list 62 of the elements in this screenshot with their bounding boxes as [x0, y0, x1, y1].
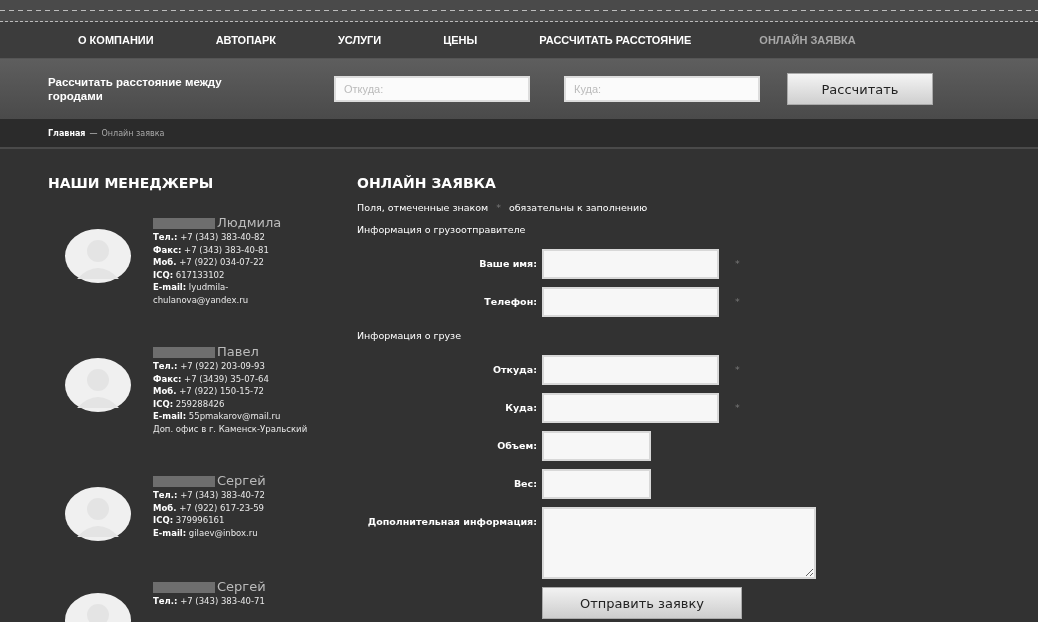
contact-line: Факс: +7 (343) 383-40-81: [153, 243, 270, 256]
contact-line: Тел.: +7 (343) 383-40-71: [153, 595, 266, 608]
section-heading: НАШИ МЕНЕДЖЕРЫ: [48, 174, 215, 193]
required-mark: *: [735, 363, 740, 377]
section-label: Информация о грузоотправителе: [357, 223, 527, 237]
field-label: Ваше имя:: [478, 257, 537, 271]
form-heading: ОНЛАЙН ЗАЯВКА: [357, 174, 497, 193]
input-field[interactable]: [542, 431, 651, 461]
nav-link[interactable]: РАССЧИТАТЬ РАССТОЯНИЕ: [539, 34, 692, 46]
contact-line: Моб. +7 (922) 150-15-72: [153, 385, 265, 398]
text-area[interactable]: [542, 507, 816, 579]
avatar: [65, 229, 131, 283]
avatar: [65, 358, 131, 412]
field-label: Куда:: [504, 401, 537, 415]
contact-line: E-mail: lyudmila-chulanova@yandex.ru: [153, 281, 250, 306]
contact-line: Тел.: +7 (922) 203-09-93: [153, 360, 266, 373]
input-field[interactable]: [542, 393, 719, 423]
input-field[interactable]: [542, 287, 719, 317]
field-label: Откуда:: [491, 363, 537, 377]
avatar: [65, 487, 131, 541]
nav-link[interactable]: УСЛУГИ: [338, 34, 382, 46]
contact-line: Моб. +7 (922) 617-23-59: [153, 501, 265, 514]
calculate-button[interactable]: Рассчитать: [787, 73, 933, 105]
submit-button[interactable]: Отправить заявку: [542, 587, 742, 619]
from-field[interactable]: Откуда:: [334, 76, 530, 102]
contact-line: E-mail: 55pmakarov@mail.ru: [153, 410, 282, 423]
required-mark: *: [735, 295, 740, 309]
manager-name: Сергей: [217, 473, 266, 489]
contact-line: ICQ: 259288426: [153, 397, 226, 410]
input-field[interactable]: [542, 469, 651, 499]
breadcrumb-separator: —: [89, 128, 98, 138]
contact-line: Тел.: +7 (343) 383-40-82: [153, 231, 266, 244]
nav-link[interactable]: ЦЕНЫ: [443, 34, 478, 46]
input-field[interactable]: [542, 355, 719, 385]
breadcrumb-link[interactable]: Главная: [48, 128, 86, 138]
section-label: Информация о грузе: [357, 329, 463, 343]
required-note: Поля, отмеченные знаком: [357, 202, 489, 213]
contact-line: E-mail: gilaev@inbox.ru: [153, 526, 259, 539]
manager-name: Сергей: [217, 579, 266, 595]
breadcrumb-current: Онлайн заявка: [101, 128, 165, 138]
required-mark: *: [735, 257, 740, 271]
contact-line: Тел.: +7 (343) 383-40-72: [153, 489, 266, 502]
field-label: Дополнительная информация:: [366, 515, 537, 529]
field-label: Телефон:: [483, 295, 537, 309]
contact-line: Моб. +7 (922) 034-07-22: [153, 256, 265, 269]
field-label: Объем:: [496, 439, 537, 453]
contact-line: ICQ: 617133102: [153, 268, 226, 281]
nav-link[interactable]: О КОМПАНИИ: [78, 34, 154, 46]
manager-name: Людмила: [217, 215, 282, 231]
contact-line: Факс: +7 (3439) 35-07-64: [153, 372, 270, 385]
field-label: Вес:: [512, 477, 537, 491]
nav-link[interactable]: АВТОПАРК: [215, 34, 277, 46]
contact-line: Доп. офис в г. Каменск-Уральский: [153, 422, 309, 435]
calculator-title: Рассчитать расстояние между городами: [48, 75, 223, 103]
required-mark: *: [735, 401, 740, 415]
to-field[interactable]: Куда:: [564, 76, 760, 102]
nav-link[interactable]: ОНЛАЙН ЗАЯВКА: [759, 34, 856, 46]
contact-line: ICQ: 379996161: [153, 514, 226, 527]
manager-name: Павел: [217, 344, 259, 360]
required-mark: *: [496, 202, 501, 213]
required-note: обязательны к заполнению: [508, 202, 648, 213]
input-field[interactable]: [542, 249, 719, 279]
